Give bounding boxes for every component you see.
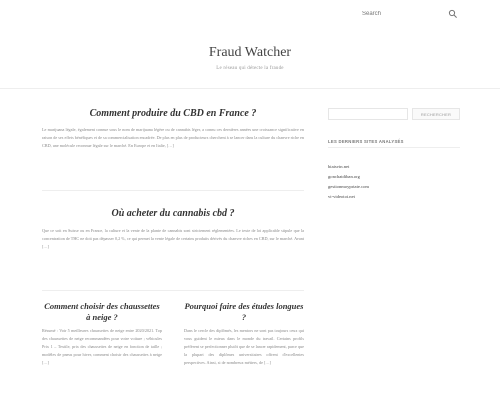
post-excerpt-4: Dans le cercle des diplômés, les mentors… [184,328,304,365]
header-divider [0,88,500,89]
recent-site-link[interactable]: biaisvin.net [328,162,369,172]
recent-site-link[interactable]: gestionmoypriate.com [328,182,369,192]
post-title-4[interactable]: Pourquoi faire des études longues ? [184,301,304,323]
post-separator [42,290,304,291]
search-icon[interactable] [448,9,458,19]
widget-divider [328,147,460,148]
post-excerpt-3: Résumé : Voir 5 meilleures chaussettes d… [42,328,162,365]
post-separator [42,190,304,191]
recent-sites-list: biaisvin.net gonchatdiban.org gestionmoy… [328,162,369,202]
post-title-1[interactable]: Comment produire du CBD en France ? [42,107,304,120]
top-bar [0,0,500,28]
post-title-2[interactable]: Où acheter du cannabis cbd ? [42,207,304,220]
widget-title: LES DERNIERS SITES ANALYSÉS [328,139,404,144]
site-title[interactable]: Fraud Watcher [0,45,500,61]
recent-site-link[interactable]: gonchatdiban.org [328,172,369,182]
header-search-input[interactable] [362,8,460,20]
recent-site-link[interactable]: vi-videotoi.net [328,192,369,202]
post-title-3[interactable]: Comment choisir des chaussettes à neige … [42,301,162,323]
site-description: Le réseau qui détecte la fraude [216,66,284,71]
post-excerpt-1: Le marijuana légale, également connue so… [42,127,304,148]
post-excerpt-2: Que ce soit en Suisse ou en France, la c… [42,228,304,249]
sidebar-search-button[interactable]: RECHERCHER [412,108,460,120]
sidebar-search-input[interactable] [328,108,408,120]
